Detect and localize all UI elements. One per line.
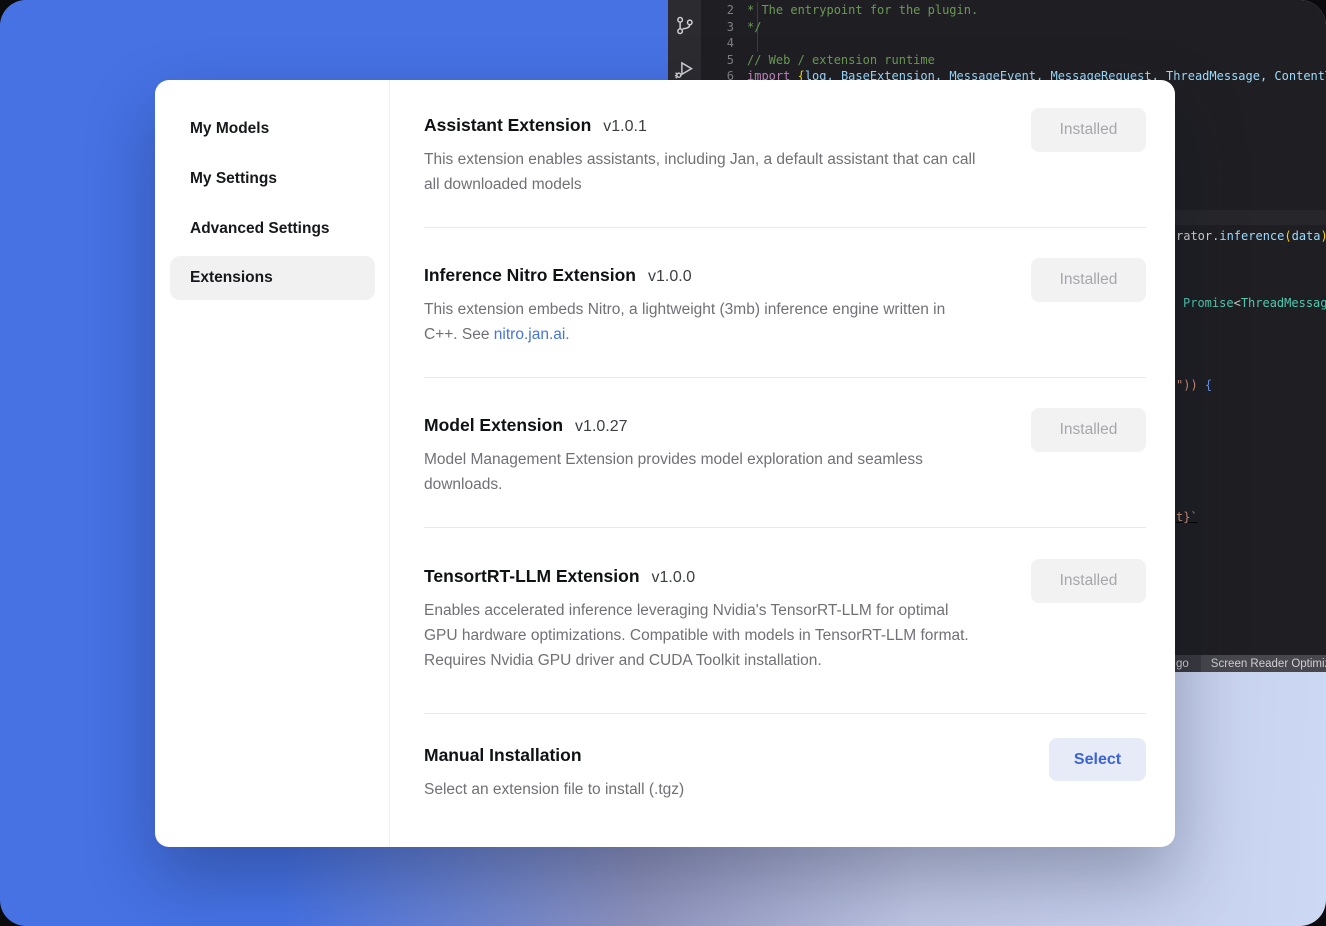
code-line: 3 */	[701, 19, 1326, 36]
extension-row-nitro: Inference Nitro Extension v1.0.0 This ex…	[424, 228, 1146, 378]
extension-row-assistant: Assistant Extension v1.0.1 This extensio…	[424, 80, 1146, 228]
status-bar-text: go	[1176, 658, 1189, 670]
extensions-list: Assistant Extension v1.0.1 This extensio…	[390, 80, 1175, 847]
editor-sticky-band	[1166, 210, 1326, 225]
code-fragment: ")) {	[1176, 378, 1212, 392]
installed-button[interactable]: Installed	[1031, 258, 1146, 302]
manual-installation-description: Select an extension file to install (.tg…	[424, 777, 976, 802]
code-fragment: Promise<ThreadMessage>	[1183, 296, 1326, 310]
extension-description: Enables accelerated inference leveraging…	[424, 598, 976, 673]
sidebar-item-extensions[interactable]: Extensions	[170, 256, 375, 300]
extension-title: Model Extension	[424, 412, 563, 438]
extension-row-tensorrt: TensortRT-LLM Extension v1.0.0 Enables a…	[424, 528, 1146, 714]
code-line: 4	[701, 35, 1326, 52]
sidebar-item-advanced-settings[interactable]: Advanced Settings	[155, 206, 389, 252]
code-fragment: rator.inference(data));	[1176, 229, 1326, 243]
settings-modal: My Models My Settings Advanced Settings …	[155, 80, 1175, 847]
run-debug-icon[interactable]	[674, 59, 695, 80]
settings-sidebar: My Models My Settings Advanced Settings …	[155, 80, 390, 847]
source-control-icon[interactable]	[674, 15, 695, 36]
screenshot-root: 2 * The entrypoint for the plugin. 3 */ …	[0, 0, 1326, 926]
extension-version: v1.0.27	[575, 418, 627, 436]
line-number: 3	[701, 19, 747, 36]
code-fragment: t}`	[1176, 510, 1198, 524]
sidebar-item-my-settings[interactable]: My Settings	[155, 156, 389, 202]
nitro-jan-ai-link[interactable]: nitro.jan.ai.	[494, 326, 570, 343]
code-text: * The entrypoint for the plugin.	[747, 2, 978, 19]
extension-version: v1.0.0	[652, 569, 696, 587]
extension-title: Inference Nitro Extension	[424, 262, 636, 288]
sidebar-item-my-models[interactable]: My Models	[155, 106, 389, 152]
extension-title: Assistant Extension	[424, 112, 591, 138]
installed-button[interactable]: Installed	[1031, 108, 1146, 152]
manual-installation-row: Manual Installation Select an extension …	[424, 714, 1146, 802]
extension-description: This extension enables assistants, inclu…	[424, 147, 976, 197]
installed-button[interactable]: Installed	[1031, 559, 1146, 603]
code-lines: 2 * The entrypoint for the plugin. 3 */ …	[701, 2, 1326, 85]
manual-installation-title: Manual Installation	[424, 742, 582, 768]
line-number: 5	[701, 52, 747, 69]
code-text: */	[747, 19, 761, 36]
extension-description: This extension embeds Nitro, a lightweig…	[424, 297, 976, 347]
extension-title: TensortRT-LLM Extension	[424, 563, 640, 589]
extension-row-model: Model Extension v1.0.27 Model Management…	[424, 378, 1146, 528]
extension-version: v1.0.1	[603, 118, 647, 136]
extension-version: v1.0.0	[648, 268, 692, 286]
installed-button[interactable]: Installed	[1031, 408, 1146, 452]
line-number: 4	[701, 35, 747, 52]
select-file-button[interactable]: Select	[1049, 738, 1146, 781]
line-number: 2	[701, 2, 747, 19]
extension-description: Model Management Extension provides mode…	[424, 447, 976, 497]
code-line: 2 * The entrypoint for the plugin.	[701, 2, 1326, 19]
code-line: 5 // Web / extension runtime	[701, 52, 1326, 69]
screen-reader-status-item[interactable]: Screen Reader Optimize	[1201, 655, 1326, 672]
code-text: // Web / extension runtime	[747, 52, 935, 69]
